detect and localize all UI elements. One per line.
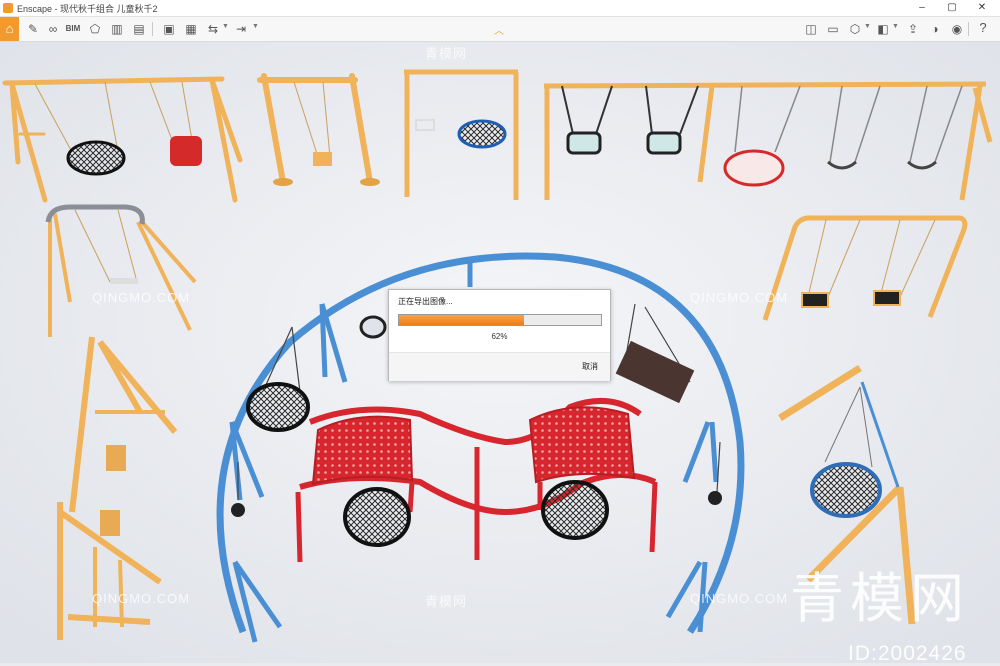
title-bar: Enscape - 现代秋千组合 儿童秋千2 – ▢ ✕ xyxy=(0,0,1000,17)
collapse-toolbar-icon[interactable]: ︿ xyxy=(492,26,506,38)
blue-nest xyxy=(457,119,507,149)
watermark-text: QINGMO.COM xyxy=(690,591,789,606)
watermark-text: QINGMO.COM xyxy=(92,290,191,305)
toolbar-separator xyxy=(968,22,969,36)
watermark-text-cn: 青模网 xyxy=(425,594,468,609)
enscape-logo-icon xyxy=(3,3,13,13)
blue-nest xyxy=(810,462,882,518)
home-icon[interactable]: ⌂ xyxy=(0,17,19,41)
eye-icon[interactable]: ◉ xyxy=(948,20,966,38)
chevron-down-icon[interactable]: ▼ xyxy=(864,23,871,30)
material-icon[interactable]: ◧ xyxy=(874,20,892,38)
export-progress-dialog: 正在导出图像... 62% 取消 xyxy=(388,289,611,381)
upload-icon[interactable]: ⇪ xyxy=(904,20,922,38)
watermark-id: ID:2002426 xyxy=(848,642,967,665)
video-icon[interactable]: ▣ xyxy=(160,20,178,38)
red-web-swing xyxy=(723,149,785,187)
watermark-text-cn: 青模网 xyxy=(425,46,468,61)
cancel-button[interactable]: 取消 xyxy=(582,361,598,372)
views-icon[interactable]: ◫ xyxy=(802,20,820,38)
batch-icon[interactable]: ⇆ xyxy=(204,20,222,38)
dialog-footer: 取消 xyxy=(389,352,610,381)
bucket-seat xyxy=(801,292,829,308)
bim-icon[interactable]: BIM xyxy=(64,20,82,38)
settings-export-icon[interactable]: ▦ xyxy=(182,20,200,38)
asset-icon[interactable]: ⬠ xyxy=(86,20,104,38)
bucket-seat xyxy=(708,491,722,505)
toolbar-separator xyxy=(152,22,153,36)
bucket-seat xyxy=(566,131,602,155)
minimize-button[interactable]: – xyxy=(907,1,937,15)
help-icon[interactable]: ? xyxy=(974,19,992,37)
collaborate-icon[interactable]: ◑ xyxy=(926,20,944,38)
building-icon[interactable]: ▥ xyxy=(108,20,126,38)
watermark-logo-text: 青模网 xyxy=(790,567,970,630)
close-button[interactable]: ✕ xyxy=(967,1,997,15)
clapper-icon[interactable]: ▤ xyxy=(130,20,148,38)
progress-bar xyxy=(398,314,602,326)
bucket-seat xyxy=(873,290,901,306)
dialog-title: 正在导出图像... xyxy=(398,297,453,306)
brush-icon[interactable]: ✎ xyxy=(24,20,42,38)
black-nest-swing xyxy=(343,487,411,547)
bucket-seat xyxy=(231,503,245,517)
chevron-down-icon[interactable]: ▼ xyxy=(892,23,899,30)
baby-seat xyxy=(170,136,202,166)
chevron-down-icon[interactable]: ▼ xyxy=(222,23,229,30)
link-icon[interactable]: ∞ xyxy=(44,20,62,38)
export-dropdown-icon[interactable]: ⇥ xyxy=(232,20,250,38)
progress-percent: 62% xyxy=(491,332,508,341)
toddler-seat xyxy=(313,152,332,166)
asset-library-icon[interactable]: ⬡ xyxy=(846,20,864,38)
nest-swing xyxy=(66,140,126,176)
maximize-button[interactable]: ▢ xyxy=(937,1,967,15)
bucket-seat xyxy=(646,131,682,155)
screenshot-icon[interactable]: ▭ xyxy=(824,20,842,38)
watermark-text: QINGMO.COM xyxy=(690,290,789,305)
window-title: Enscape - 现代秋千组合 儿童秋千2 xyxy=(17,4,158,14)
watermark-text: QINGMO.COM xyxy=(92,591,191,606)
progress-fill xyxy=(399,315,525,325)
chevron-down-icon[interactable]: ▼ xyxy=(252,23,259,30)
black-nest-swing xyxy=(541,480,609,540)
help-label: ? xyxy=(979,20,987,35)
black-nest-swing xyxy=(246,382,310,432)
